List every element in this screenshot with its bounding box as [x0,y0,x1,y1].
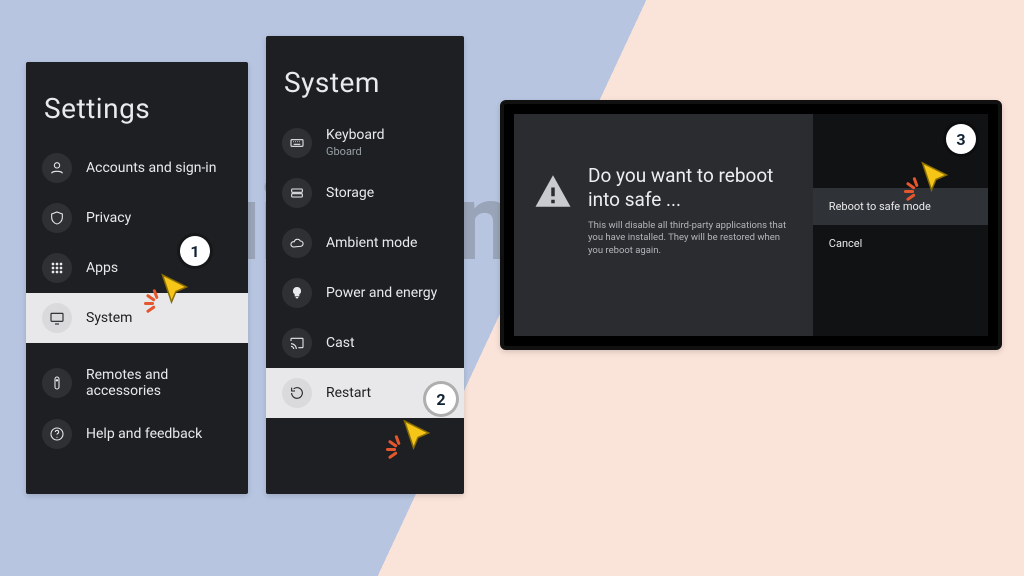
step-badge-3: 3 [946,124,976,154]
restart-icon [282,378,312,408]
settings-item-apps[interactable]: Apps [26,243,248,293]
monitor-icon [42,303,72,333]
settings-item-label: Privacy [86,210,131,226]
settings-item-privacy[interactable]: Privacy [26,193,248,243]
reboot-dialog-heading: Do you want to reboot into safe ... [588,164,795,212]
cloud-icon [282,228,312,258]
system-item-cast[interactable]: Cast [266,318,464,368]
reboot-dialog-message: Do you want to reboot into safe ... This… [514,114,813,336]
help-icon [42,419,72,449]
system-item-power[interactable]: Power and energy [266,268,464,318]
bulb-icon [282,278,312,308]
storage-icon [282,178,312,208]
settings-item-label: System [86,310,132,326]
settings-item-help[interactable]: Help and feedback [26,409,248,459]
shield-icon [42,203,72,233]
system-item-ambient[interactable]: Ambient mode [266,218,464,268]
settings-item-remotes[interactable]: Remotes and accessories [26,357,248,409]
option-label: Cancel [829,237,862,250]
system-item-label: Cast [326,335,355,351]
system-item-label: Storage [326,185,374,201]
step-badge-1: 1 [180,236,210,266]
system-item-label: Ambient mode [326,235,417,251]
system-item-label: Restart [326,385,371,401]
settings-item-accounts[interactable]: Accounts and sign-in [26,143,248,193]
system-title: System [266,36,464,117]
step-badge-2: 2 [426,384,456,414]
settings-item-label: Remotes and accessories [86,367,232,399]
warning-icon [532,170,574,212]
settings-item-system[interactable]: System [26,293,248,343]
system-item-label: Keyboard Gboard [326,127,385,158]
settings-panel: Settings Accounts and sign-in Privacy Ap… [26,62,248,494]
cast-icon [282,328,312,358]
account-icon [42,153,72,183]
remote-icon [42,368,72,398]
reboot-dialog-panel: Do you want to reboot into safe ... This… [500,100,1002,350]
reboot-dialog-body: This will disable all third-party applic… [588,220,795,258]
system-panel: System Keyboard Gboard Storage Ambient m… [266,36,464,494]
settings-item-label: Help and feedback [86,426,202,442]
system-item-keyboard[interactable]: Keyboard Gboard [266,117,464,168]
option-cancel[interactable]: Cancel [813,225,988,262]
system-item-storage[interactable]: Storage [266,168,464,218]
grid-icon [42,253,72,283]
settings-item-label: Apps [86,260,118,276]
tutorial-composite: iguidesmart.com Settings Accounts and si… [0,0,1024,576]
settings-item-label: Accounts and sign-in [86,160,216,176]
keyboard-icon [282,128,312,158]
settings-title: Settings [26,62,248,143]
system-item-label: Power and energy [326,285,437,301]
option-label: Reboot to safe mode [829,200,931,213]
option-reboot-safe-mode[interactable]: Reboot to safe mode [813,188,988,225]
